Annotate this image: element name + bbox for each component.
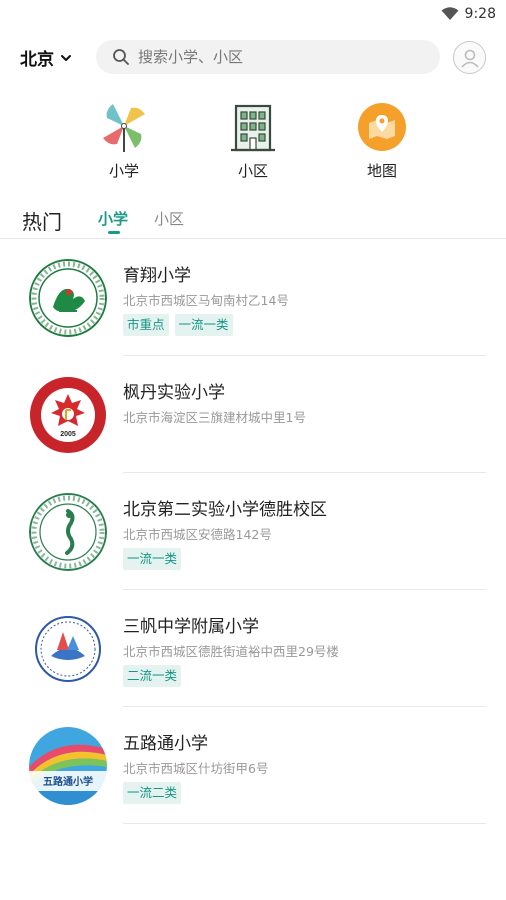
logo-year-text: 2005	[60, 431, 76, 438]
header: 北京	[0, 40, 506, 74]
tag-list: 二流一类	[123, 665, 182, 687]
search-input[interactable]	[138, 48, 418, 66]
category-label: 小区	[237, 162, 268, 180]
school-logo: 2005	[29, 376, 107, 454]
school-address: 北京市海淀区三旗建材城中里1号	[123, 410, 306, 425]
category-label: 小学	[108, 162, 139, 180]
tag-list: 市重点 一流一类	[123, 314, 233, 336]
school-logo: 五路通小学	[29, 727, 107, 805]
category-school[interactable]: 小学	[84, 102, 164, 181]
school-logo	[29, 493, 107, 571]
logo-name-text: 五路通小学	[43, 775, 93, 788]
tab-community[interactable]: 小区	[154, 208, 184, 229]
category-community[interactable]: 小区	[213, 102, 293, 181]
school-address: 北京市西城区德胜街道裕中西里29号楼	[123, 644, 339, 659]
city-label: 北京	[20, 50, 54, 70]
list-item[interactable]: 2005 枫丹实验小学 北京市海淀区三旗建材城中里1号	[0, 356, 506, 473]
map-icon	[357, 102, 407, 152]
list-item[interactable]: 育翔小学 北京市西城区马甸南村乙14号 市重点 一流一类	[0, 239, 506, 356]
school-tag: 一流二类	[123, 782, 182, 804]
school-logo	[29, 610, 107, 688]
section-title-hot: 热门	[22, 210, 62, 234]
school-address: 北京市西城区安德路142号	[123, 527, 272, 542]
tab-indicator	[108, 231, 120, 234]
school-address: 北京市西城区马甸南村乙14号	[123, 293, 289, 308]
school-name: 北京第二实验小学德胜校区	[123, 500, 327, 520]
school-name: 枫丹实验小学	[123, 383, 225, 403]
user-icon	[460, 49, 479, 68]
school-tag: 一流一类	[123, 548, 182, 570]
status-bar: 9:28	[0, 0, 506, 28]
status-time: 9:28	[464, 6, 496, 22]
tag-list: 一流二类	[123, 782, 182, 804]
user-avatar-button[interactable]	[453, 41, 486, 74]
row-divider	[123, 823, 486, 824]
school-logo	[29, 259, 107, 337]
tag-list: 一流一类	[123, 548, 182, 570]
chevron-down-icon	[61, 54, 71, 61]
school-address: 北京市西城区什坊街甲6号	[123, 761, 269, 776]
school-name: 五路通小学	[123, 734, 208, 754]
category-label: 地图	[366, 162, 397, 180]
city-selector[interactable]: 北京	[20, 45, 72, 70]
search-bar[interactable]	[96, 40, 440, 74]
tab-bar: 热门 小学 小区	[0, 204, 506, 238]
search-icon	[113, 49, 129, 65]
school-tag: 二流一类	[123, 665, 182, 687]
category-map[interactable]: 地图	[342, 102, 422, 181]
school-name: 育翔小学	[123, 266, 191, 286]
pinwheel-icon	[99, 102, 149, 152]
list-item[interactable]: 北京第二实验小学德胜校区 北京市西城区安德路142号 一流一类	[0, 473, 506, 590]
list-item[interactable]: 三帆中学附属小学 北京市西城区德胜街道裕中西里29号楼 二流一类	[0, 590, 506, 707]
building-icon	[228, 102, 278, 152]
school-list: 育翔小学 北京市西城区马甸南村乙14号 市重点 一流一类 2005 枫丹实验小学…	[0, 239, 506, 824]
list-item[interactable]: 五路通小学 五路通小学 北京市西城区什坊街甲6号 一流二类	[0, 707, 506, 824]
wifi-icon	[441, 7, 459, 20]
school-name: 三帆中学附属小学	[123, 617, 259, 637]
tab-school[interactable]: 小学	[98, 208, 128, 229]
school-tag: 一流一类	[174, 314, 233, 336]
category-nav: 小学 小区 地图	[0, 102, 506, 182]
school-tag: 市重点	[123, 314, 169, 336]
